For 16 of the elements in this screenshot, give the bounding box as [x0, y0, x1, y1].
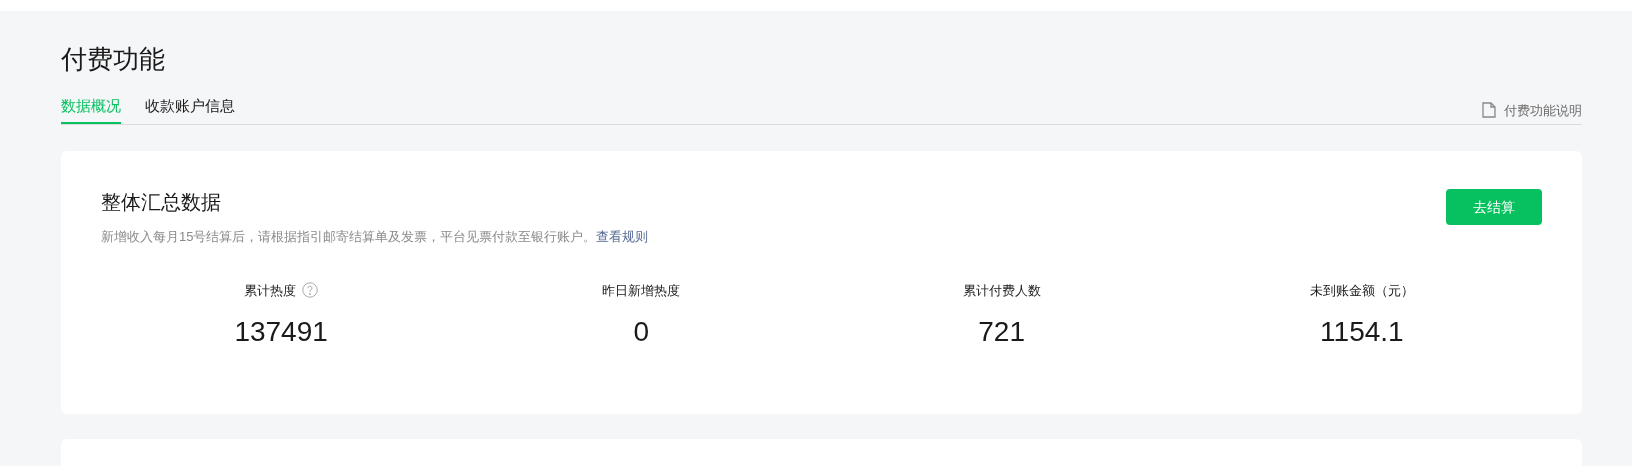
stat-value: 721 [978, 315, 1025, 349]
stat-value: 1154.1 [1320, 315, 1404, 349]
stat-label: 累计热度 [244, 281, 297, 300]
help-link[interactable]: 付费功能说明 [1482, 100, 1582, 124]
stat-label: 昨日新增热度 [602, 281, 681, 300]
stat-label: 未到账金额（元） [1309, 281, 1414, 300]
rules-link[interactable]: 查看规则 [596, 229, 649, 244]
card-title: 整体汇总数据 [101, 190, 221, 215]
stat-label: 累计付费人数 [962, 281, 1041, 300]
document-icon [1482, 102, 1496, 119]
stat-value: 0 [633, 315, 650, 349]
page-title: 付费功能 [61, 43, 165, 76]
help-icon[interactable] [302, 282, 319, 299]
card-description: 新增收入每月15号结算后，请根据指引邮寄结算单及发票，平台见票付款至银行账户。查看规则 [101, 228, 649, 246]
stat-value: 137491 [234, 315, 328, 349]
tab[interactable]: 收款账户信息 [145, 96, 235, 124]
